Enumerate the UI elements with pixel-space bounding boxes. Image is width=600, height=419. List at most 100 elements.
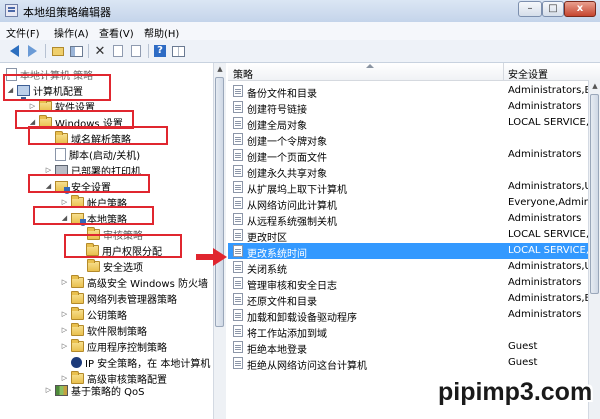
policy-icon bbox=[233, 165, 243, 177]
list-scroll-thumb[interactable] bbox=[590, 94, 599, 294]
expand-arrow-icon[interactable]: ▷ bbox=[28, 102, 37, 110]
tree-item-software-restriction[interactable]: ▷ 软件限制策略 bbox=[60, 322, 147, 338]
back-button[interactable] bbox=[6, 43, 22, 59]
expand-arrow-icon[interactable]: ▷ bbox=[60, 310, 69, 318]
table-row[interactable]: 从扩展坞上取下计算机 Administrators,U bbox=[228, 179, 588, 196]
highlight-local-policies bbox=[33, 206, 154, 225]
column-divider[interactable] bbox=[503, 63, 504, 80]
table-row[interactable]: 加载和卸载设备驱动程序 Administrators bbox=[228, 307, 588, 324]
folder-up-icon bbox=[52, 46, 64, 56]
table-row[interactable]: 从远程系统强制关机 Administrators bbox=[228, 211, 588, 228]
table-row[interactable]: 创建永久共享对象 bbox=[228, 163, 588, 180]
policy-icon bbox=[233, 293, 243, 305]
column-header-setting[interactable]: 安全设置 bbox=[508, 66, 548, 81]
tree-item-scripts[interactable]: 脚本(启动/关机) bbox=[44, 146, 140, 162]
folder-icon bbox=[71, 306, 84, 320]
list-header: 策略 安全设置 bbox=[228, 63, 600, 81]
maximize-button[interactable]: □ bbox=[542, 1, 564, 17]
folder-icon bbox=[71, 322, 84, 336]
tree-item-security-options[interactable]: 安全选项 bbox=[76, 258, 143, 274]
expand-arrow-icon[interactable]: ▷ bbox=[60, 326, 69, 334]
highlight-security-settings bbox=[28, 174, 150, 193]
toolbar: ✕ ? bbox=[0, 40, 600, 63]
annotation-arrow-shaft bbox=[196, 254, 214, 260]
tree-item-network-list-policies[interactable]: 网络列表管理器策略 bbox=[60, 290, 177, 306]
tree-scrollbar[interactable]: ▲ bbox=[213, 63, 226, 419]
console-tree-icon bbox=[69, 45, 83, 57]
properties-button[interactable] bbox=[110, 43, 126, 59]
tree-scroll-thumb[interactable] bbox=[215, 77, 224, 327]
toolbar-separator bbox=[148, 44, 149, 58]
watermark: pipimp3.com bbox=[438, 378, 593, 406]
table-row-selected[interactable]: 更改系统时间 LOCAL SERVICE,A bbox=[228, 243, 588, 260]
forward-button[interactable] bbox=[24, 43, 40, 59]
menu-view[interactable]: 查看(V) bbox=[99, 25, 134, 40]
back-arrow-icon bbox=[9, 45, 19, 57]
policy-icon bbox=[233, 341, 243, 353]
table-row[interactable]: 创建一个页面文件 Administrators bbox=[228, 147, 588, 164]
policy-icon bbox=[233, 181, 243, 193]
column-header-policy[interactable]: 策略 bbox=[233, 66, 253, 81]
title-bar: 本地组策略编辑器 – □ x bbox=[0, 0, 600, 23]
list-scrollbar[interactable]: ▲ bbox=[588, 80, 600, 419]
export-list-button[interactable] bbox=[128, 43, 144, 59]
annotation-arrow-icon bbox=[213, 248, 227, 266]
expand-arrow-icon[interactable]: ▷ bbox=[60, 342, 69, 350]
highlight-name-resolution bbox=[28, 126, 168, 145]
close-button[interactable]: x bbox=[564, 1, 596, 17]
up-level-button[interactable] bbox=[50, 43, 66, 59]
expand-arrow-icon[interactable]: ▷ bbox=[60, 198, 69, 206]
expand-arrow-icon[interactable]: ▷ bbox=[60, 278, 69, 286]
table-row[interactable]: 管理审核和安全日志 Administrators bbox=[228, 275, 588, 292]
tree-item-public-key-policies[interactable]: ▷ 公钥策略 bbox=[60, 306, 127, 322]
menu-help[interactable]: 帮助(H) bbox=[144, 25, 179, 40]
table-row[interactable]: 更改时区 LOCAL SERVICE,A bbox=[228, 227, 588, 244]
sort-arrow-icon bbox=[366, 64, 374, 68]
expand-arrow-icon[interactable]: ▷ bbox=[60, 374, 69, 382]
table-row[interactable]: 从网络访问此计算机 Everyone,Admin bbox=[228, 195, 588, 212]
policy-icon bbox=[233, 261, 243, 273]
policy-icon bbox=[233, 277, 243, 289]
table-row[interactable]: 还原文件和目录 Administrators,B bbox=[228, 291, 588, 308]
highlight-user-rights bbox=[64, 234, 182, 258]
show-hide-tree-button[interactable] bbox=[68, 43, 84, 59]
expand-arrow-icon[interactable]: ▷ bbox=[44, 166, 53, 174]
table-row[interactable]: 备份文件和目录 Administrators,B bbox=[228, 83, 588, 100]
policy-icon bbox=[233, 101, 243, 113]
table-row[interactable]: 拒绝本地登录 Guest bbox=[228, 339, 588, 356]
export-list-icon bbox=[131, 45, 141, 57]
firewall-folder-icon bbox=[71, 274, 84, 288]
tree-item-advanced-firewall[interactable]: ▷ 高级安全 Windows 防火墙 bbox=[60, 274, 208, 290]
highlight-computer-config bbox=[3, 74, 111, 101]
policy-icon bbox=[233, 309, 243, 321]
expand-arrow-icon[interactable]: ▷ bbox=[44, 386, 53, 394]
action-pane-button[interactable] bbox=[170, 43, 186, 59]
policy-icon bbox=[233, 149, 243, 161]
toolbar-separator bbox=[88, 44, 89, 58]
gpedit-app-icon bbox=[5, 4, 18, 17]
scroll-up-arrow-icon[interactable]: ▲ bbox=[589, 80, 600, 92]
tree-item-policy-based-qos[interactable]: ▷ 基于策略的 QoS bbox=[44, 382, 145, 398]
table-row[interactable]: 将工作站添加到域 bbox=[228, 323, 588, 340]
minimize-button[interactable]: – bbox=[518, 1, 542, 17]
toolbar-separator bbox=[45, 44, 46, 58]
properties-icon bbox=[113, 45, 123, 57]
scroll-up-arrow-icon[interactable]: ▲ bbox=[214, 63, 226, 75]
table-row[interactable]: 创建一个令牌对象 bbox=[228, 131, 588, 148]
policy-icon bbox=[233, 229, 243, 241]
policy-icon bbox=[233, 213, 243, 225]
help-button[interactable]: ? bbox=[152, 43, 168, 59]
menu-file[interactable]: 文件(F) bbox=[6, 25, 40, 40]
script-doc-icon bbox=[55, 147, 66, 161]
delete-button[interactable]: ✕ bbox=[92, 43, 108, 59]
table-row[interactable]: 关闭系统 Administrators,U bbox=[228, 259, 588, 276]
policy-list: 策略 安全设置 备份文件和目录 Administrators,B 创建符号链接 Ad… bbox=[228, 63, 600, 419]
policy-icon bbox=[233, 117, 243, 129]
menu-action[interactable]: 操作(A) bbox=[54, 25, 89, 40]
table-row[interactable]: 创建符号链接 Administrators bbox=[228, 99, 588, 116]
tree-item-app-control-policies[interactable]: ▷ 应用程序控制策略 bbox=[60, 338, 167, 354]
action-pane-icon bbox=[171, 45, 185, 57]
table-row[interactable]: 创建全局对象 LOCAL SERVICE,N bbox=[228, 115, 588, 132]
tree-item-ip-security-policies[interactable]: IP 安全策略，在 本地计算机 bbox=[60, 354, 210, 370]
table-row[interactable]: 拒绝从网络访问这台计算机 Guest bbox=[228, 355, 588, 372]
